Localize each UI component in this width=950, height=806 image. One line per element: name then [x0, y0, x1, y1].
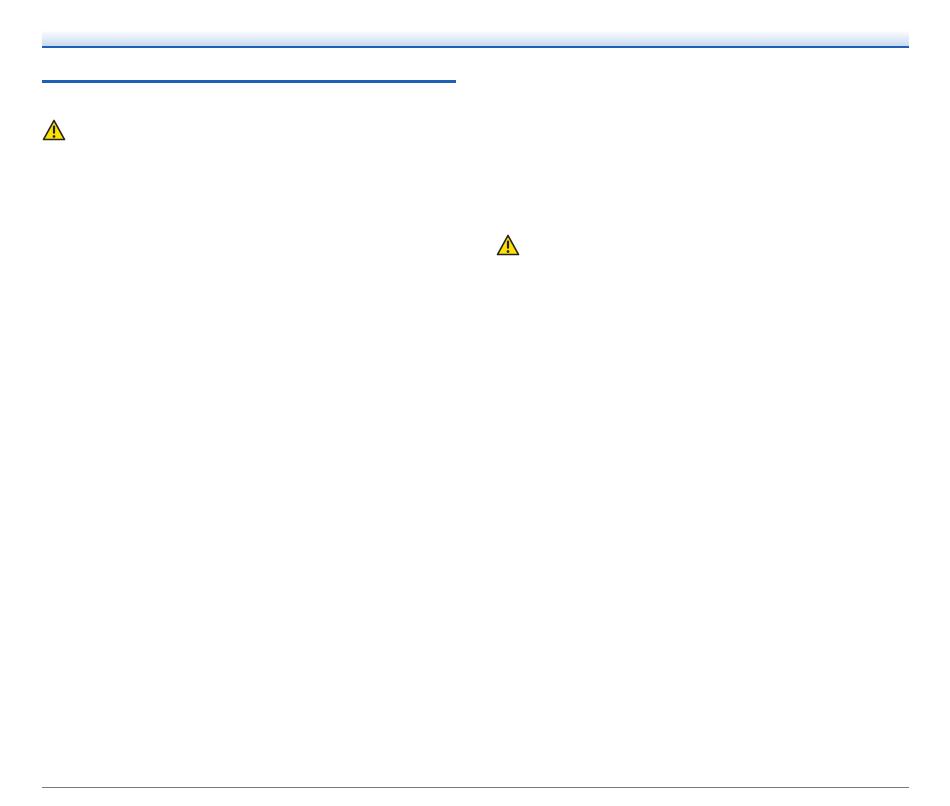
header-band [42, 30, 909, 46]
section-title-rule [42, 80, 456, 83]
warning-icon [42, 119, 66, 141]
warning-icon [496, 234, 520, 256]
header-rule [42, 46, 909, 48]
footer-rule [42, 787, 909, 788]
